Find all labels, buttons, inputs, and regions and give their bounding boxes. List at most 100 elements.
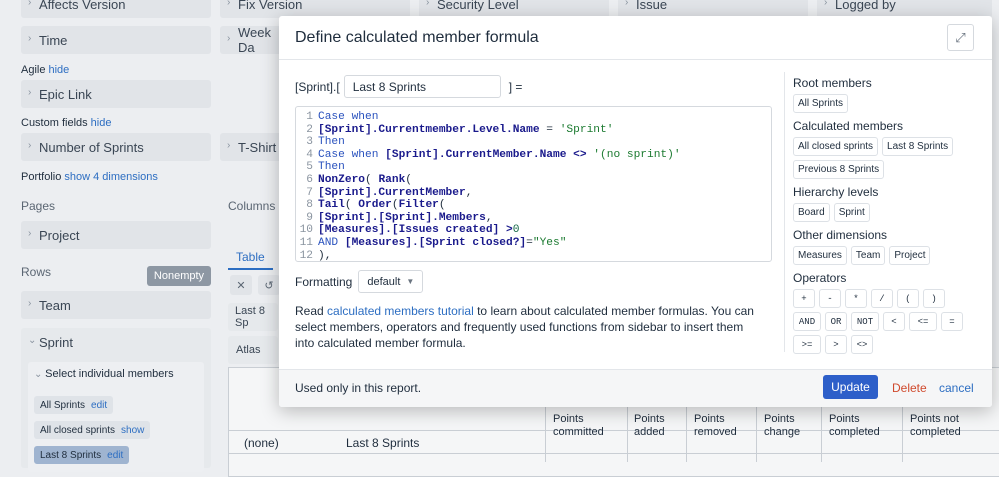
code-line: 10 [Measures].[Issues created] >0 — [296, 224, 681, 237]
column-header[interactable]: Points not completed — [910, 413, 995, 439]
member-chip[interactable]: All closed sprints show — [34, 421, 151, 439]
cancel-button[interactable]: cancel — [939, 381, 974, 395]
pages-dimension-project[interactable]: › Project — [21, 221, 211, 249]
formatting-select[interactable]: default ▼ — [358, 270, 424, 293]
code-line: 1 Case when — [296, 111, 681, 124]
atlas-selector[interactable]: Atlas — [228, 336, 278, 364]
member-show-link[interactable]: show — [121, 425, 144, 436]
other-dimensions-list: Measures Team Project — [793, 246, 974, 265]
dimension-label: Fix Version — [238, 0, 303, 12]
agile-group-label: Agile hide — [21, 64, 70, 76]
column-header[interactable]: Points change — [764, 413, 820, 439]
dimension-label: Number of Sprints — [39, 139, 144, 155]
dimension-number-of-sprints[interactable]: › Number of Sprints — [21, 133, 211, 161]
delete-button[interactable]: Delete — [892, 381, 927, 395]
update-button[interactable]: Update — [823, 375, 878, 399]
column-header[interactable]: Points removed — [694, 413, 754, 439]
member-edit-link[interactable]: edit — [107, 450, 123, 461]
code-line: 9 [Sprint].[Sprint].Members, — [296, 212, 681, 225]
dialog-header: Define calculated member formula ⤢ — [279, 16, 992, 60]
insert-member-chip[interactable]: Last 8 Sprints — [882, 137, 954, 156]
dimension-label: Epic Link — [39, 86, 92, 102]
undo-icon[interactable]: ↺ — [258, 275, 280, 295]
tutorial-link[interactable]: calculated members tutorial — [327, 304, 474, 318]
scope-note: Used only in this report. — [295, 381, 422, 395]
member-name-input[interactable] — [343, 75, 501, 98]
help-text: Read calculated members tutorial to lear… — [295, 304, 754, 350]
expand-dialog-button[interactable]: ⤢ — [947, 24, 974, 51]
breadcrumb-last-8-sprints[interactable]: Last 8 Sp — [228, 303, 278, 331]
operator-and-button[interactable]: AND — [793, 312, 821, 331]
dimension-time[interactable]: › Time — [21, 26, 211, 54]
member-chip-selected[interactable]: Last 8 Sprints edit — [34, 446, 130, 464]
member-name-prefix: [Sprint].[ — [295, 79, 340, 94]
fullscreen-icon[interactable]: ✕ — [230, 275, 252, 295]
operator-divide-button[interactable]: / — [871, 289, 893, 308]
insert-dimension-chip[interactable]: Project — [889, 246, 931, 265]
column-header[interactable]: Points completed — [829, 413, 901, 439]
chevron-right-icon: › — [625, 0, 629, 8]
code-line: 5 Then — [296, 161, 681, 174]
insert-level-chip[interactable]: Board — [793, 203, 830, 222]
operator-not-button[interactable]: NOT — [851, 312, 879, 331]
agile-hide-link[interactable]: hide — [48, 64, 69, 76]
formula-code-editor[interactable]: 1 Case when 2 [Sprint].Currentmember.Level… — [295, 106, 772, 262]
operator: = — [539, 123, 560, 136]
select-individual-members-toggle[interactable]: ⌄ Select individual members — [34, 368, 174, 380]
member-edit-link[interactable]: edit — [91, 400, 107, 411]
chevron-right-icon: › — [227, 0, 231, 8]
line-number: 6 — [306, 173, 313, 186]
row-header-sprint[interactable]: Last 8 Sprints — [346, 436, 419, 450]
operator-eq-button[interactable]: = — [941, 312, 963, 331]
rows-dimension-sprint[interactable]: ⌄ Sprint — [21, 328, 211, 356]
operator: , — [485, 211, 493, 224]
function: Tail — [318, 199, 345, 212]
row-header-none[interactable]: (none) — [244, 436, 279, 450]
rows-dimension-team[interactable]: › Team — [21, 291, 211, 319]
column-header[interactable]: Points added — [634, 413, 684, 439]
keyword: Then — [318, 161, 345, 174]
keyword: Case — [318, 148, 345, 161]
operators-title: Operators — [793, 271, 847, 285]
tab-table[interactable]: Table — [228, 250, 273, 270]
portfolio-show-link[interactable]: show 4 dimensions — [64, 171, 158, 183]
calculated-members-list: All closed sprints Last 8 Sprints Previo… — [793, 137, 974, 179]
operator-lte-button[interactable]: <= — [909, 312, 937, 331]
number: 0 — [512, 224, 520, 237]
operator-close-paren-button[interactable]: ) — [923, 289, 945, 308]
line-number: 7 — [306, 186, 313, 199]
chevron-right-icon: › — [824, 0, 828, 8]
insert-dimension-chip[interactable]: Team — [850, 246, 886, 265]
operator-or-button[interactable]: OR — [825, 312, 847, 331]
insert-member-chip[interactable]: All Sprints — [793, 94, 849, 113]
rows-label: Rows — [21, 265, 52, 279]
insert-member-chip[interactable]: All closed sprints — [793, 137, 879, 156]
operator-neq-button[interactable]: <> — [851, 335, 873, 354]
member-chip[interactable]: All Sprints edit — [34, 396, 114, 414]
nonempty-toggle[interactable]: Nonempty — [147, 266, 211, 286]
custom-fields-group-label: Custom fields hide — [21, 117, 112, 129]
dimension-epic-link[interactable]: › Epic Link — [21, 80, 211, 108]
insert-member-chip[interactable]: Previous 8 Sprints — [793, 160, 885, 179]
operator-gt-button[interactable]: > — [825, 335, 847, 354]
operator: ), — [318, 249, 332, 262]
root-members-title: Root members — [793, 76, 872, 90]
code-line: 3 Then — [296, 136, 681, 149]
hierarchy-levels-list: Board Sprint — [793, 203, 974, 222]
line-number: 8 — [306, 199, 313, 212]
operator-open-paren-button[interactable]: ( — [897, 289, 919, 308]
chevron-right-icon: › — [28, 228, 32, 239]
dimension-label: Issue — [636, 0, 668, 12]
operator-gte-button[interactable]: >= — [793, 335, 821, 354]
operator-plus-button[interactable]: + — [793, 289, 815, 308]
insert-dimension-chip[interactable]: Measures — [793, 246, 847, 265]
insert-level-chip[interactable]: Sprint — [833, 203, 870, 222]
custom-fields-hide-link[interactable]: hide — [91, 117, 112, 129]
column-header[interactable]: Points committed — [553, 413, 625, 439]
dimension-label: Time — [39, 32, 68, 48]
dimension-affects-version[interactable]: › Affects Version — [21, 0, 211, 18]
operator-multiply-button[interactable]: * — [845, 289, 867, 308]
operator-lt-button[interactable]: < — [883, 312, 905, 331]
dimension-label: Project — [39, 227, 80, 243]
operator-minus-button[interactable]: - — [819, 289, 841, 308]
